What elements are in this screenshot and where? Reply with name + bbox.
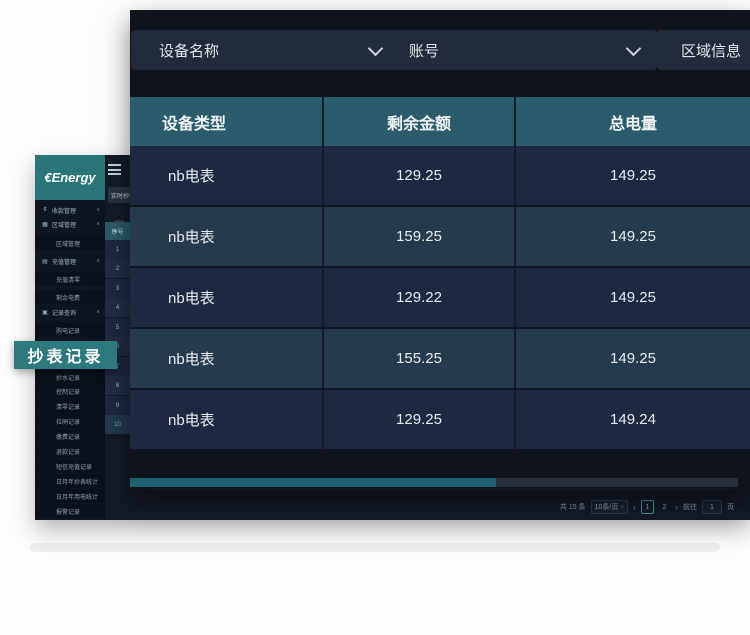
account-label: 账号 [409, 40, 439, 61]
cell-remaining-amount: 129.22 [322, 268, 514, 327]
index-row: 4 [105, 298, 130, 318]
sidebar-group-payment[interactable]: ¢ 收款管理 ∨ [35, 203, 105, 217]
table-row: nb电表 129.25 149.25 [130, 146, 750, 207]
sidebar-item-usage-stats[interactable]: 日月年用电统计 [35, 489, 105, 503]
sidebar-item-refund-records[interactable]: 退款记录 [35, 444, 105, 458]
cell-device-type: nb电表 [130, 207, 322, 266]
goto-page-input[interactable]: 1 [702, 500, 722, 514]
cell-total-power: 149.25 [514, 268, 750, 327]
sidebar-item-clear-records[interactable]: 清零记录 [35, 399, 105, 413]
goto-unit: 页 [727, 502, 734, 512]
cell-total-power: 149.25 [514, 207, 750, 266]
pagination: 共 15 条 10条/页 ∨ ‹ 1 2 › 前往 1 页 [560, 499, 734, 515]
page-size-value: 10条/页 [595, 502, 619, 512]
cell-device-type: nb电表 [130, 390, 322, 449]
page: €Energy ¢ 收款管理 ∨ ▦ 区域管理 ∧ 区域管理 ▤ 充值管理 ∧ … [0, 0, 750, 635]
region-info-label: 区域信息 [681, 40, 741, 61]
region-info-select[interactable]: 区域信息 [657, 30, 750, 70]
sidebar-item-switch-records[interactable]: 拉闸记录 [35, 414, 105, 428]
table-row: nb电表 155.25 149.25 [130, 329, 750, 390]
hamburger-icon[interactable] [108, 164, 121, 175]
page-1-button[interactable]: 1 [641, 500, 654, 514]
chevron-up-icon: ∧ [96, 309, 100, 315]
horizontal-scrollbar-thumb[interactable] [130, 478, 496, 487]
sidebar-item-region-mgmt[interactable]: 区域管理 [35, 236, 105, 250]
cell-total-power: 149.25 [514, 146, 750, 205]
chevron-down-icon [626, 41, 642, 57]
col-remaining-amount: 剩余金额 [322, 97, 514, 146]
sidebar-item-meter-reading-records-callout[interactable]: 抄表记录 [14, 341, 117, 369]
sidebar-group-recharge[interactable]: ▤ 充值管理 ∧ [35, 254, 105, 268]
sidebar-item-alarm-records[interactable]: 报警记录 [35, 504, 105, 518]
cell-total-power: 149.25 [514, 329, 750, 388]
index-row: 1 [105, 240, 130, 260]
table-row: nb电表 129.25 149.24 [130, 390, 750, 451]
table-header-row: 设备类型 剩余金额 总电量 [130, 97, 750, 146]
index-row: 8 [105, 376, 130, 396]
sidebar-item-sms-recharge-records[interactable]: 短信充值记录 [35, 459, 105, 473]
chevron-up-icon: ∧ [96, 221, 100, 227]
device-name-select[interactable]: 设备名称 [131, 30, 399, 70]
index-row: 3 [105, 279, 130, 299]
page-scroll-strip [30, 543, 720, 552]
sidebar-item-water-reading-records[interactable]: 抄水记录 [35, 370, 105, 384]
cell-device-type: nb电表 [130, 268, 322, 327]
prev-page-button[interactable]: ‹ [633, 503, 636, 512]
cell-device-type: nb电表 [130, 329, 322, 388]
sidebar-item-reading-stats[interactable]: 日月年抄表统计 [35, 474, 105, 488]
index-row: 5 [105, 318, 130, 338]
index-column-header: 序号 [105, 222, 130, 240]
cell-remaining-amount: 129.25 [322, 390, 514, 449]
zoom-overlay-panel: 设备名称 账号 区域信息 设备类型 剩余金额 总电量 nb电表 129.25 1… [130, 10, 750, 490]
chevron-down-icon [368, 41, 384, 57]
payment-icon: ¢ [41, 207, 49, 213]
region-icon: ▦ [41, 221, 49, 228]
chevron-up-icon: ∧ [96, 258, 100, 264]
index-row: 9 [105, 396, 130, 416]
chevron-down-icon: ∨ [620, 504, 624, 510]
table-row: nb电表 129.22 149.25 [130, 268, 750, 329]
table-row: nb电表 159.25 149.25 [130, 207, 750, 268]
cell-remaining-amount: 129.25 [322, 146, 514, 205]
recharge-icon: ▤ [41, 258, 49, 265]
index-row: 2 [105, 259, 130, 279]
page-size-select[interactable]: 10条/页 ∨ [591, 500, 628, 514]
col-device-type: 设备类型 [130, 97, 322, 146]
account-select[interactable]: 账号 [387, 30, 657, 70]
device-name-label: 设备名称 [159, 40, 219, 61]
sidebar-item-control-records[interactable]: 控制记录 [35, 384, 105, 398]
sidebar-group-records[interactable]: ▣ 记录查询 ∧ [35, 305, 105, 319]
sidebar-item-purchase-records[interactable]: 购电记录 [35, 323, 105, 337]
cell-remaining-amount: 155.25 [322, 329, 514, 388]
records-icon: ▣ [41, 309, 49, 316]
next-page-button[interactable]: › [675, 503, 678, 512]
index-row-active: 10 [105, 415, 130, 435]
cell-remaining-amount: 159.25 [322, 207, 514, 266]
pagination-total: 共 15 条 [560, 502, 586, 512]
sidebar-item-remaining-fee[interactable]: 剩余电费 [35, 290, 105, 304]
meter-table: 设备类型 剩余金额 总电量 nb电表 129.25 149.25 nb电表 15… [130, 97, 750, 451]
col-total-power: 总电量 [514, 97, 750, 146]
app-logo: €Energy [35, 155, 105, 200]
sidebar-item-payment-records[interactable]: 缴费记录 [35, 429, 105, 443]
cell-device-type: nb电表 [130, 146, 322, 205]
cell-total-power: 149.24 [514, 390, 750, 449]
page-2-button[interactable]: 2 [659, 501, 670, 513]
chevron-down-icon: ∨ [96, 207, 100, 213]
sidebar-group-region[interactable]: ▦ 区域管理 ∧ [35, 217, 105, 231]
sidebar-item-recharge-clear[interactable]: 充值清零 [35, 272, 105, 286]
goto-label: 前往 [683, 502, 697, 512]
sidebar: €Energy ¢ 收款管理 ∨ ▦ 区域管理 ∧ 区域管理 ▤ 充值管理 ∧ … [35, 155, 105, 520]
